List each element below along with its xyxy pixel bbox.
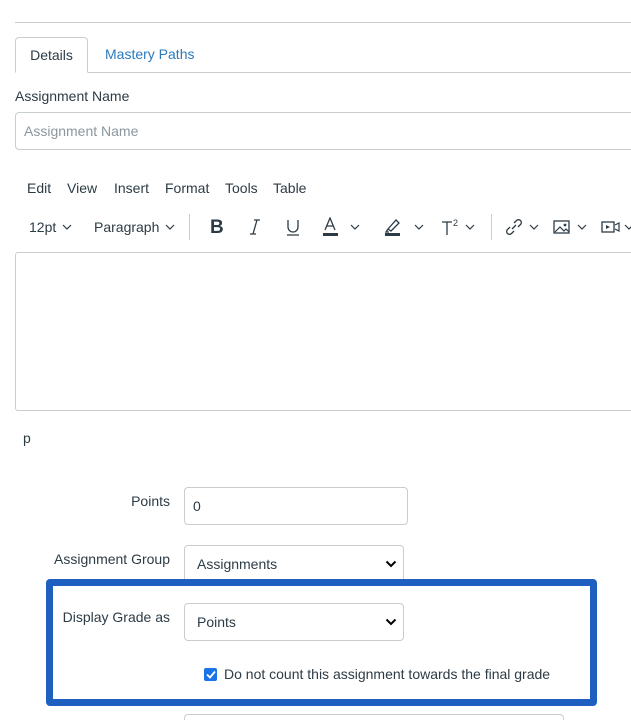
text-color-button[interactable] [322,212,360,242]
chevron-down-icon [165,224,175,230]
block-format-value: Paragraph [94,219,160,235]
display-grade-select[interactable]: Points [184,603,404,641]
top-divider [15,22,631,23]
chevron-down-icon [62,224,72,230]
superscript-button[interactable]: 2 [441,212,475,242]
assignment-group-value: Assignments [197,556,278,572]
omit-from-final-grade-label[interactable]: Do not count this assignment towards the… [224,666,550,682]
assignment-name-input[interactable] [15,112,631,150]
block-format-dropdown[interactable]: Paragraph [94,212,175,242]
svg-text:B: B [210,218,224,236]
menu-edit[interactable]: Edit [27,180,51,196]
menu-format[interactable]: Format [165,180,209,196]
points-label: Points [131,493,170,509]
image-icon [553,220,570,234]
svg-text:2: 2 [453,218,458,228]
image-button[interactable] [553,212,587,242]
italic-icon [250,219,260,235]
chevron-down-icon [529,224,539,230]
chevron-down-icon [624,224,631,230]
display-grade-label: Display Grade as [62,609,170,625]
assignment-tabs: Details Mastery Paths [15,37,631,73]
assignment-name-label: Assignment Name [15,88,130,104]
media-icon [601,221,620,233]
underline-icon [287,220,299,236]
chevron-down-icon [465,224,475,230]
highlight-frame [46,579,597,706]
menu-tools[interactable]: Tools [225,180,258,196]
display-grade-value: Points [197,614,236,630]
chevron-down-icon [385,560,397,568]
menu-table[interactable]: Table [273,180,306,196]
bold-icon: B [210,218,224,236]
font-size-dropdown[interactable]: 12pt [29,212,72,242]
chevron-down-icon [385,618,397,626]
underline-button[interactable] [285,212,301,242]
tab-mastery-paths[interactable]: Mastery Paths [105,37,194,73]
chevron-down-icon [577,224,587,230]
checkmark-icon [205,670,216,679]
toolbar-divider [189,214,190,240]
link-icon [506,219,522,235]
editor-toolbar: 12pt Paragraph B 2 [15,212,631,242]
link-button[interactable] [505,212,539,242]
italic-button[interactable] [248,212,262,242]
highlight-button[interactable] [384,212,424,242]
assignment-group-label: Assignment Group [54,551,170,567]
menu-view[interactable]: View [67,180,97,196]
points-input[interactable] [184,487,408,525]
rich-text-editor-area[interactable] [15,252,631,411]
superscript-icon: 2 [442,218,458,235]
menu-insert[interactable]: Insert [114,180,149,196]
chevron-down-icon [414,224,424,230]
media-button[interactable] [601,212,631,242]
text-color-icon [323,217,338,236]
editor-element-path[interactable]: p [23,430,31,446]
omit-from-final-grade-checkbox[interactable] [204,668,217,681]
font-size-value: 12pt [29,219,57,235]
toolbar-divider [491,214,492,240]
bold-button[interactable]: B [209,212,225,242]
chevron-down-icon [350,224,360,230]
highlight-icon [384,219,400,236]
tab-details[interactable]: Details [15,37,88,73]
assignment-group-select[interactable]: Assignments [184,545,404,583]
next-field-box[interactable] [184,714,564,720]
